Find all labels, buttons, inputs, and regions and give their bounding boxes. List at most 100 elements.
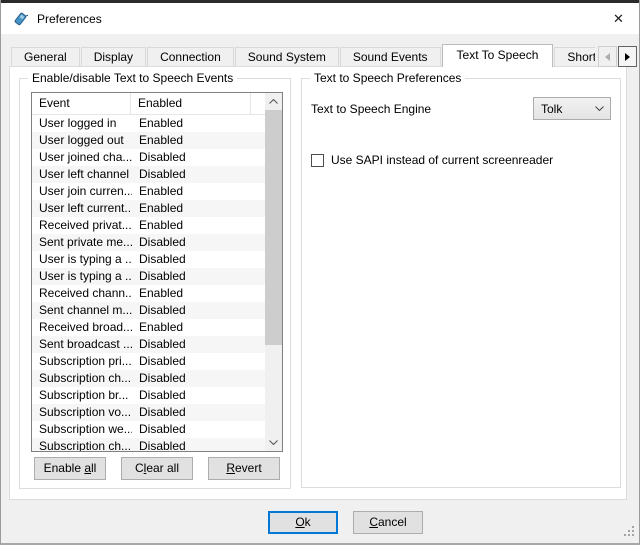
scroll-up-icon xyxy=(269,99,278,104)
tab-general[interactable]: General xyxy=(11,47,80,66)
preferences-groupbox: Text to Speech Preferences xyxy=(301,78,621,488)
tts-events-list[interactable]: Event Enabled User logged in Enabled Use… xyxy=(31,92,283,452)
event-status-cell: Enabled xyxy=(132,319,183,336)
event-name-cell: Subscription br... xyxy=(32,387,132,404)
event-status-cell: Disabled xyxy=(132,438,186,451)
tab-label: Display xyxy=(94,50,133,64)
event-name-cell: User logged out xyxy=(32,132,132,149)
clear-all-button[interactable]: Clear all xyxy=(121,457,193,480)
event-name-cell: Received chann... xyxy=(32,285,132,302)
tab-text-to-speech[interactable]: Text To Speech xyxy=(442,44,554,67)
tts-event-row[interactable]: Received privat... Enabled xyxy=(32,217,265,234)
event-name-cell: Subscription pri... xyxy=(32,353,132,370)
event-name-cell: Received privat... xyxy=(32,217,132,234)
tts-event-row[interactable]: User left current... Enabled xyxy=(32,200,265,217)
scroll-down-icon xyxy=(269,440,278,445)
tab-display[interactable]: Display xyxy=(81,47,146,66)
tab-scroll-buttons xyxy=(598,46,637,67)
tts-event-row[interactable]: User is typing a ... Disabled xyxy=(32,268,265,285)
tts-event-row[interactable]: Sent broadcast ... Disabled xyxy=(32,336,265,353)
engine-dropdown[interactable]: Tolk xyxy=(533,97,611,120)
event-status-cell: Disabled xyxy=(132,251,186,268)
event-status-cell: Enabled xyxy=(132,200,183,217)
event-status-cell: Enabled xyxy=(132,183,183,200)
tts-event-row[interactable]: Subscription vo... Disabled xyxy=(32,404,265,421)
event-status-cell: Disabled xyxy=(132,421,186,438)
event-status-cell: Disabled xyxy=(132,268,186,285)
tab-label: Shortcuts xyxy=(567,50,595,64)
scroll-down-button[interactable] xyxy=(265,434,282,451)
cancel-button[interactable]: Cancel xyxy=(353,511,423,534)
event-status-cell: Enabled xyxy=(132,217,183,234)
tts-event-row[interactable]: Subscription ch... Disabled xyxy=(32,370,265,387)
tts-event-row[interactable]: Sent private me... Disabled xyxy=(32,234,265,251)
event-name-cell: User left channel xyxy=(32,166,132,183)
tab-sound-events[interactable]: Sound Events xyxy=(340,47,441,66)
close-button[interactable]: ✕ xyxy=(596,3,640,34)
resize-grip-icon[interactable] xyxy=(622,526,634,538)
preferences-group-title: Text to Speech Preferences xyxy=(310,71,465,85)
sapi-checkbox[interactable] xyxy=(311,154,324,167)
event-name-cell: User logged in xyxy=(32,115,132,132)
tab-scroll-left-icon xyxy=(605,53,610,61)
tts-event-row[interactable]: User logged in Enabled xyxy=(32,115,265,132)
event-name-cell: User join curren... xyxy=(32,183,132,200)
ok-button[interactable]: Ok xyxy=(268,511,338,534)
event-status-cell: Enabled xyxy=(132,285,183,302)
event-status-cell: Disabled xyxy=(132,149,186,166)
tts-event-row[interactable]: User join curren... Enabled xyxy=(32,183,265,200)
event-name-cell: Sent channel m... xyxy=(32,302,132,319)
event-name-cell: User joined cha... xyxy=(32,149,132,166)
tab-label: Connection xyxy=(160,50,221,64)
tts-event-row[interactable]: Received broad... Enabled xyxy=(32,319,265,336)
scroll-up-button[interactable] xyxy=(265,93,282,110)
tab-label: Text To Speech xyxy=(457,48,539,62)
tab-label: Sound Events xyxy=(353,50,428,64)
tts-event-row[interactable]: Subscription br... Disabled xyxy=(32,387,265,404)
tab-bar: General Display Connection Sound System … xyxy=(11,44,595,67)
event-status-cell: Disabled xyxy=(132,387,186,404)
tts-event-row[interactable]: User joined cha... Disabled xyxy=(32,149,265,166)
tab-shortcuts[interactable]: Shortcuts xyxy=(554,47,595,66)
column-header-enabled[interactable]: Enabled xyxy=(131,93,251,114)
tts-event-row[interactable]: Subscription pri... Disabled xyxy=(32,353,265,370)
enable-all-button[interactable]: Enable all xyxy=(34,457,106,480)
event-name-cell: Subscription vo... xyxy=(32,404,132,421)
tab-label: Sound System xyxy=(248,50,326,64)
event-status-cell: Disabled xyxy=(132,234,186,251)
app-icon xyxy=(12,11,28,27)
revert-button[interactable]: Revert xyxy=(208,457,280,480)
event-status-cell: Disabled xyxy=(132,370,186,387)
chevron-down-icon xyxy=(595,106,604,111)
events-group-title: Enable/disable Text to Speech Events xyxy=(28,71,237,85)
vertical-scrollbar[interactable] xyxy=(265,93,282,451)
event-name-cell: User left current... xyxy=(32,200,132,217)
tab-scroll-left-button[interactable] xyxy=(598,46,617,67)
tts-event-row[interactable]: User logged out Enabled xyxy=(32,132,265,149)
window-title: Preferences xyxy=(37,12,102,26)
tts-event-row[interactable]: User left channel Disabled xyxy=(32,166,265,183)
event-name-cell: Subscription ch... xyxy=(32,438,132,451)
engine-label: Text to Speech Engine xyxy=(311,101,431,118)
tts-event-row[interactable]: Received chann... Enabled xyxy=(32,285,265,302)
tab-scroll-right-button[interactable] xyxy=(618,46,637,67)
sapi-checkbox-label: Use SAPI instead of current screenreader xyxy=(331,153,553,167)
tab-sound-system[interactable]: Sound System xyxy=(235,47,339,66)
event-status-cell: Enabled xyxy=(132,115,183,132)
event-status-cell: Disabled xyxy=(132,166,186,183)
event-name-cell: User is typing a ... xyxy=(32,268,132,285)
event-name-cell: Received broad... xyxy=(32,319,132,336)
tts-event-row[interactable]: Subscription ch... Disabled xyxy=(32,438,265,451)
sapi-checkbox-row[interactable]: Use SAPI instead of current screenreader xyxy=(311,153,553,167)
event-status-cell: Disabled xyxy=(132,302,186,319)
tts-event-row[interactable]: Subscription we... Disabled xyxy=(32,421,265,438)
tab-connection[interactable]: Connection xyxy=(147,47,234,66)
scrollbar-thumb[interactable] xyxy=(265,110,282,345)
tts-event-row[interactable]: Sent channel m... Disabled xyxy=(32,302,265,319)
column-header-event[interactable]: Event xyxy=(32,93,131,114)
engine-selected-value: Tolk xyxy=(534,102,595,116)
tts-event-row[interactable]: User is typing a ... Disabled xyxy=(32,251,265,268)
titlebar[interactable]: Preferences ✕ xyxy=(1,3,640,34)
list-rows: User logged in Enabled User logged out E… xyxy=(32,115,265,451)
list-header: Event Enabled xyxy=(32,93,265,115)
